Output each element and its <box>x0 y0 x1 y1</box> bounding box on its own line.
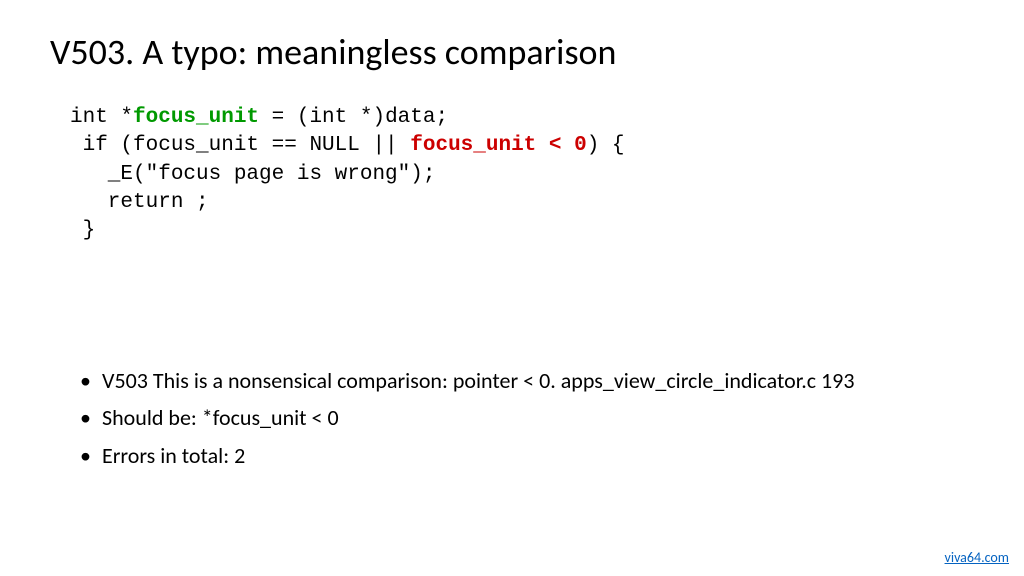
code-text: } <box>70 219 95 242</box>
code-block: int *focus_unit = (int *)data; if (focus… <box>70 104 974 246</box>
code-text: ) { <box>587 134 625 157</box>
footer-link[interactable]: viva64.com <box>945 549 1009 566</box>
code-text: return ; <box>70 191 209 214</box>
slide: V503. A typo: meaningless comparison int… <box>0 0 1024 576</box>
code-text: _E("focus page is wrong"); <box>70 163 435 186</box>
code-highlight-green: focus_unit <box>133 106 259 129</box>
code-highlight-red: focus_unit < 0 <box>410 134 586 157</box>
bullet-item: Errors in total: 2 <box>80 441 974 471</box>
code-text: int * <box>70 106 133 129</box>
bullet-list: V503 This is a nonsensical comparison: p… <box>80 366 974 471</box>
slide-title: V503. A typo: meaningless comparison <box>50 30 974 74</box>
code-text: = (int *)data; <box>259 106 448 129</box>
code-text: if (focus_unit == NULL || <box>70 134 410 157</box>
bullet-item: V503 This is a nonsensical comparison: p… <box>80 366 974 396</box>
bullet-item: Should be: *focus_unit < 0 <box>80 403 974 433</box>
